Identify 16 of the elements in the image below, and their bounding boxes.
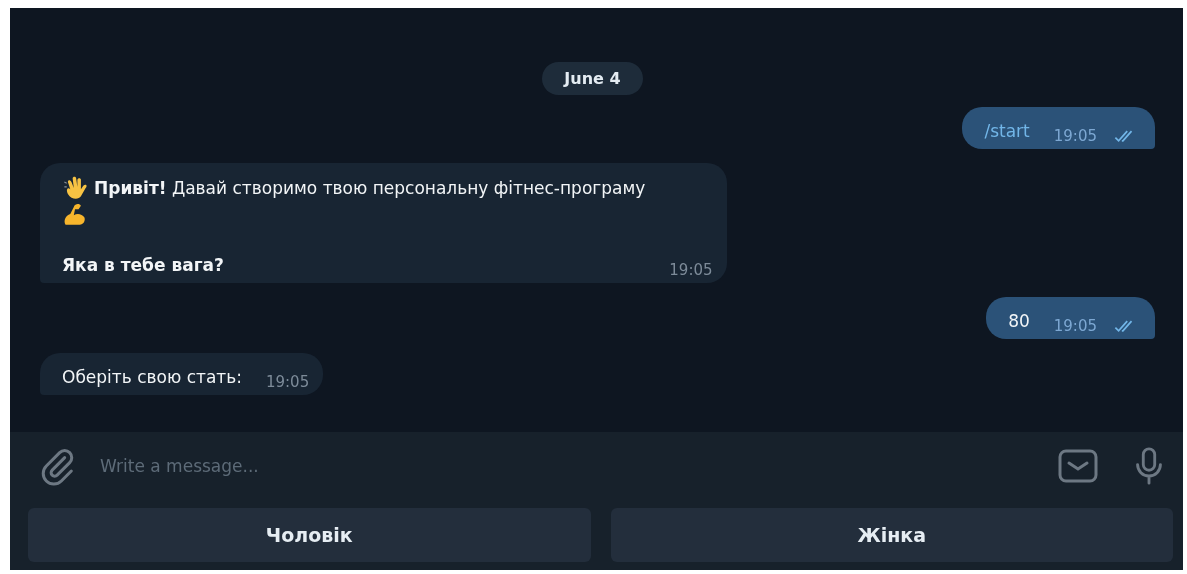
reply-button[interactable]: Чоловік [28, 508, 591, 562]
message-text: Оберіть свою стать: [62, 367, 242, 387]
waving-hand-icon [62, 175, 88, 201]
flexed-arm-icon [62, 201, 88, 227]
date-badge: June 4 [542, 62, 643, 95]
command-link[interactable]: /start [984, 121, 1030, 141]
message-composer[interactable]: Write a message... [10, 432, 1183, 500]
reply-button[interactable]: Жінка [610, 508, 1173, 562]
message-text: 80 [1008, 311, 1030, 331]
message-time: 19:05 [265, 373, 310, 391]
message-input[interactable]: Write a message... [98, 432, 1035, 500]
message-time: 19:05 [1053, 127, 1097, 145]
message-text: Яка в тебе вага? [62, 255, 224, 275]
message-time: 19:05 [669, 261, 713, 279]
message-text: Привіт! Давай створимо твою персональну фітнес-програму [94, 178, 646, 198]
message-time: 19:05 [1053, 317, 1097, 335]
